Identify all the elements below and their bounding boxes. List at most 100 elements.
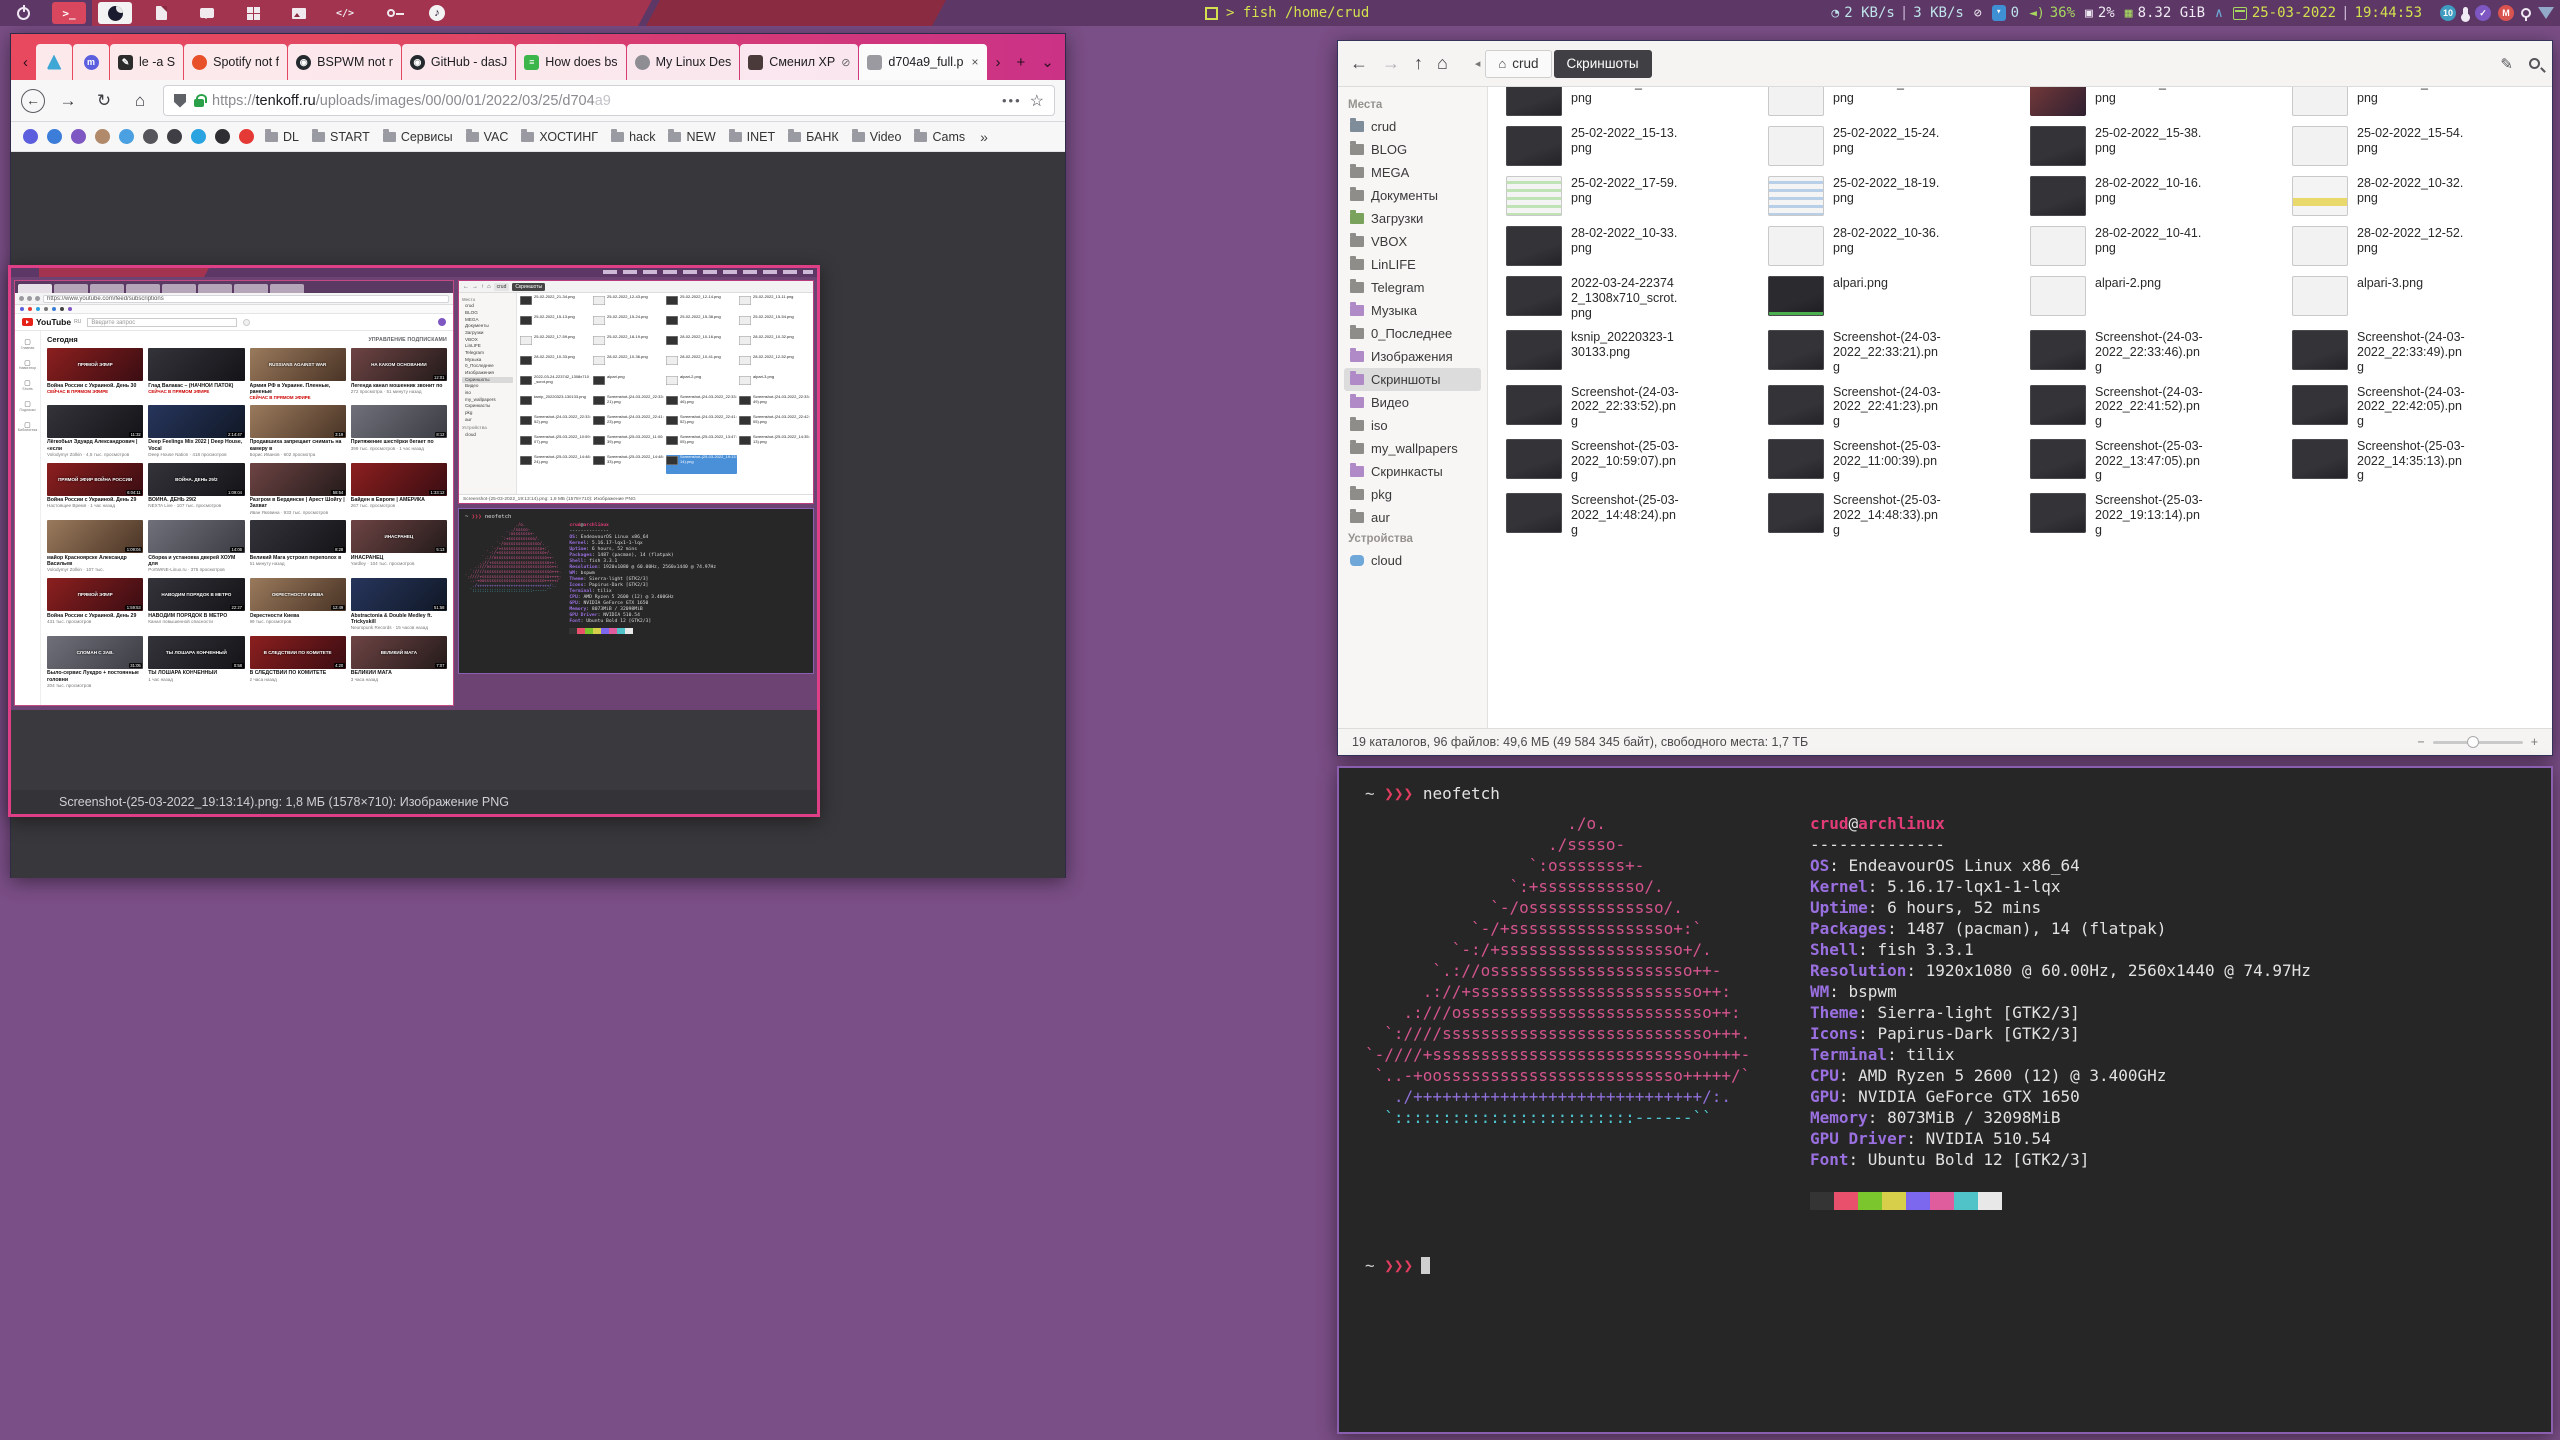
file-25-02-2022_18-19.png[interactable]: 25-02-2022_18-19.png — [1764, 173, 2018, 219]
file-Screenshot-(25-03-2022_11:00:39).png[interactable]: Screenshot-(25-03-2022_11:00:39).png — [1764, 436, 2018, 486]
sidebar-item-0_Последнее[interactable]: 0_Последнее — [1344, 322, 1481, 345]
dark-site-bookmark-icon[interactable] — [143, 129, 158, 144]
file-Screenshot-(24-03-2022_22:41:23).png[interactable]: Screenshot-(24-03-2022_22:41:23).png — [1764, 382, 2018, 432]
file-Screenshot-(25-03-2022_14:48:33).png[interactable]: Screenshot-(25-03-2022_14:48:33).png — [1764, 490, 2018, 540]
sidebar-item-pkg[interactable]: pkg — [1344, 483, 1481, 506]
bookmark-folder-NEW[interactable]: NEW — [666, 130, 717, 144]
workspace-terminal[interactable]: >_ — [46, 0, 92, 26]
workspace-music[interactable]: ♪ — [414, 0, 460, 26]
sidebar-item-cloud[interactable]: cloud — [1344, 549, 1481, 572]
file-Screenshot-(24-03-2022_22:41:52).png[interactable]: Screenshot-(24-03-2022_22:41:52).png — [2026, 382, 2280, 432]
workspace-files[interactable] — [138, 0, 184, 26]
memory-indicator[interactable]: ▦ 8.32 GiB — [2125, 5, 2205, 21]
image-viewer-window[interactable]: https://www.youtube.com/feed/subscriptio… — [8, 265, 820, 817]
reload-button[interactable]: ↻ — [91, 91, 117, 111]
new-tab-button[interactable]: + — [1009, 44, 1034, 80]
bookmark-folder-Сервисы[interactable]: Сервисы — [381, 130, 455, 144]
sidebar-item-LinLIFE[interactable]: LinLIFE — [1344, 253, 1481, 276]
fm-forward-button[interactable]: → — [1382, 53, 1400, 74]
file-25-02-2022_12-14.png[interactable]: 25-02-2022_12-14.png — [2026, 87, 2280, 119]
file-alpari.png[interactable]: alpari.png — [1764, 273, 2018, 323]
fm-home-button[interactable]: ⌂ — [1437, 53, 1448, 74]
bookmark-folder-DL[interactable]: DL — [263, 130, 301, 144]
sidebar-item-Telegram[interactable]: Telegram — [1344, 276, 1481, 299]
purple-site-bookmark-icon[interactable] — [71, 129, 86, 144]
file-25-02-2022_15-13.png[interactable]: 25-02-2022_15-13.png — [1502, 123, 1756, 169]
dark-site-2-bookmark-icon[interactable] — [167, 129, 182, 144]
tab[interactable]: ≡How does bs — [516, 44, 625, 80]
workspace-code[interactable]: </> — [322, 0, 368, 26]
lightbulb-icon[interactable] — [2521, 8, 2531, 18]
file-Screenshot-(25-03-2022_10:59:07).png[interactable]: Screenshot-(25-03-2022_10:59:07).png — [1502, 436, 1756, 486]
fm-search-icon[interactable] — [2529, 58, 2540, 69]
tab[interactable]: ◉GitHub - dasJ — [402, 44, 515, 80]
network-speed[interactable]: ◔ 2 KB/s | 3 KB/s — [1831, 5, 1963, 21]
file-alpari-2.png[interactable]: alpari-2.png — [2026, 273, 2280, 323]
volume-indicator[interactable]: ◄) 36% — [2029, 5, 2075, 21]
bookmark-star-icon[interactable]: ☆ — [1030, 91, 1044, 111]
sidebar-item-Музыка[interactable]: Музыка — [1344, 299, 1481, 322]
tab[interactable]: My Linux Des — [627, 44, 740, 80]
tab[interactable]: ◉BSPWM not r — [288, 44, 401, 80]
file-ksnip_20220323-130133.png[interactable]: ksnip_20220323-130133.png — [1502, 327, 1756, 377]
tab[interactable]: Spotify not f — [184, 44, 287, 80]
bookmark-folder-Video[interactable]: Video — [850, 130, 904, 144]
sidebar-item-my_wallpapers[interactable]: my_wallpapers — [1344, 437, 1481, 460]
workspace-windows[interactable] — [230, 0, 276, 26]
avatar-photo-bookmark-icon[interactable] — [95, 129, 110, 144]
file-28-02-2022_10-41.png[interactable]: 28-02-2022_10-41.png — [2026, 223, 2280, 269]
sidebar-item-aur[interactable]: aur — [1344, 506, 1481, 529]
workspace-key[interactable] — [368, 0, 414, 26]
home-button[interactable]: ⌂ — [127, 91, 153, 111]
flickr-dots-bookmark-icon[interactable] — [119, 129, 134, 144]
bookmark-folder-START[interactable]: START — [310, 130, 372, 144]
file-28-02-2022_10-33.png[interactable]: 28-02-2022_10-33.png — [1502, 223, 1756, 269]
uploads-arrow-icon[interactable]: ∧ — [2215, 6, 2223, 21]
blue-site-bookmark-icon[interactable] — [47, 129, 62, 144]
sidebar-item-iso[interactable]: iso — [1344, 414, 1481, 437]
check-badge-tray-icon[interactable]: ✓ — [2475, 5, 2491, 21]
file-Screenshot-(25-03-2022_14:48:24).png[interactable]: Screenshot-(25-03-2022_14:48:24).png — [1502, 490, 1756, 540]
file-25-02-2022_13-11.png[interactable]: 25-02-2022_13-11.png — [2288, 87, 2542, 119]
tab[interactable]: m — [73, 44, 109, 80]
workspace-chat[interactable] — [184, 0, 230, 26]
tab[interactable] — [36, 44, 72, 80]
fm-path-scroll-button[interactable]: ◂ — [1472, 57, 1484, 70]
tab-active[interactable]: d704a9_full.p× — [859, 44, 986, 80]
file-28-02-2022_12-52.png[interactable]: 28-02-2022_12-52.png — [2288, 223, 2542, 269]
file-25-02-2022_12-43.png[interactable]: 25-02-2022_12-43.png — [1764, 87, 2018, 119]
bookmark-folder-БАНК[interactable]: БАНК — [786, 130, 841, 144]
mega-tray-icon[interactable]: M — [2498, 5, 2514, 21]
fm-back-button[interactable]: ← — [1350, 53, 1368, 74]
tab-scroll-left-button[interactable]: ‹ — [15, 44, 36, 80]
file-alpari-3.png[interactable]: alpari-3.png — [2288, 273, 2542, 323]
sidebar-item-Скринкасты[interactable]: Скринкасты — [1344, 460, 1481, 483]
file-Screenshot-(24-03-2022_22:33:46).png[interactable]: Screenshot-(24-03-2022_22:33:46).png — [2026, 327, 2280, 377]
file-Screenshot-(25-03-2022_19:13:14).png[interactable]: Screenshot-(25-03-2022_19:13:14).png — [2026, 490, 2280, 540]
fm-path-current-crumb[interactable]: Скриншоты — [1554, 50, 1652, 78]
file-Screenshot-(25-03-2022_13:47:05).png[interactable]: Screenshot-(25-03-2022_13:47:05).png — [2026, 436, 2280, 486]
fm-file-area[interactable]: 25-02-2022_21-34.png25-02-2022_12-43.png… — [1488, 87, 2552, 728]
workspace-pictures[interactable] — [276, 0, 322, 26]
file-25-02-2022_21-34.png[interactable]: 25-02-2022_21-34.png — [1502, 87, 1756, 119]
tab-muted-icon[interactable]: ⊘ — [841, 56, 850, 69]
page-actions-icon[interactable]: ••• — [1002, 93, 1022, 108]
updates-indicator[interactable]: ▾ 0 — [1992, 5, 2019, 21]
workspace-firefox[interactable] — [92, 0, 138, 26]
terminal-window[interactable]: ~ ❯❯❯ neofetch ./o. ./sssso- `:osssssss+… — [1337, 766, 2553, 1434]
forward-button[interactable]: → — [55, 91, 81, 111]
mastodon-bookmark-icon[interactable] — [23, 129, 38, 144]
bookmark-folder-hack[interactable]: hack — [609, 130, 657, 144]
workspace-power[interactable] — [0, 0, 46, 26]
tracking-shield-icon[interactable] — [174, 94, 186, 108]
tab[interactable]: ✎le -a S — [110, 44, 183, 80]
sidebar-item-crud[interactable]: crud — [1344, 115, 1481, 138]
file-Screenshot-(24-03-2022_22:33:49).png[interactable]: Screenshot-(24-03-2022_22:33:49).png — [2288, 327, 2542, 377]
tab-close-icon[interactable]: × — [972, 55, 979, 69]
back-button[interactable]: ← — [21, 89, 45, 113]
thermometer-icon[interactable] — [2463, 7, 2468, 20]
file-25-02-2022_17-59.png[interactable]: 25-02-2022_17-59.png — [1502, 173, 1756, 219]
bookmark-folder-Cams[interactable]: Cams — [912, 130, 967, 144]
youtube-bookmark-icon[interactable] — [239, 129, 254, 144]
sidebar-item-Видео[interactable]: Видео — [1344, 391, 1481, 414]
